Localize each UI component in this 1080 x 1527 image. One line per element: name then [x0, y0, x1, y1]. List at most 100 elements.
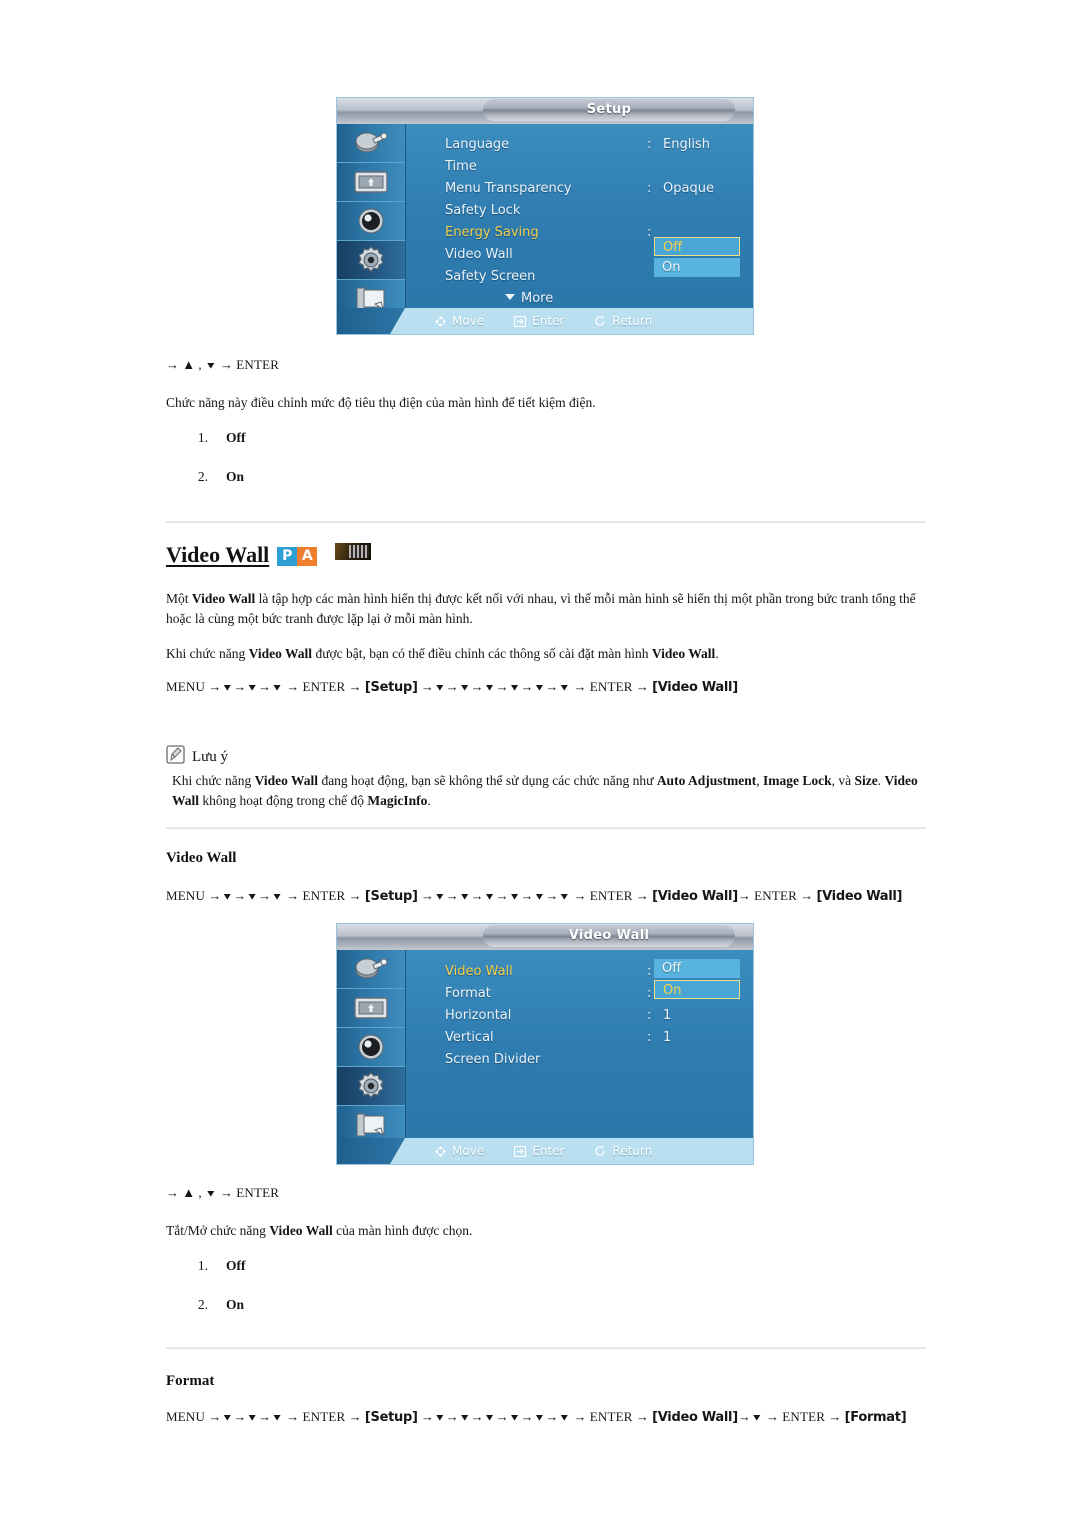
osd-option-on[interactable]: On: [654, 980, 740, 999]
osd-footer-label: Return: [612, 1144, 653, 1158]
osd-row-label: Energy Saving: [445, 225, 539, 240]
osd-more-label: More: [521, 291, 554, 306]
osd-row[interactable]: Safety Lock: [405, 200, 753, 222]
input-source-icon[interactable]: [337, 950, 405, 989]
osd-option-on[interactable]: On: [654, 258, 740, 277]
osd-footer-enter[interactable]: Enter: [514, 1144, 564, 1158]
osd-row[interactable]: Time: [405, 156, 753, 178]
osd-row-label: Screen Divider: [445, 1052, 541, 1067]
osd-row-label: Menu Transparency: [445, 181, 572, 196]
osd-key-video-wall: [Video Wall]: [652, 680, 738, 695]
paragraph-text: được bật, bạn có thể điều chỉnh các thôn…: [312, 646, 652, 661]
osd-row[interactable]: Horizontal : 1: [405, 1005, 753, 1027]
arrow-down-glyph: ▼: [533, 890, 546, 902]
osd-footer-label: Return: [612, 314, 653, 328]
osd-row[interactable]: Menu Transparency : Opaque: [405, 178, 753, 200]
osd-row-label: Format: [445, 986, 491, 1001]
section-divider: [166, 1347, 926, 1349]
sound-icon[interactable]: [337, 202, 405, 241]
note-bold: Video Wall: [254, 773, 319, 788]
osd-footer-enter[interactable]: Enter: [514, 314, 564, 328]
osd-key-video-wall: [Video Wall]: [652, 1410, 738, 1425]
arrow-down-glyph: ▼: [508, 681, 521, 693]
section-divider: [166, 827, 926, 829]
osd-row[interactable]: Vertical : 1: [405, 1027, 753, 1049]
move-icon: [435, 315, 446, 327]
arrow-right-glyph: →: [635, 1409, 649, 1424]
arrow-right-glyph: →: [520, 1409, 534, 1424]
osd-footer-move[interactable]: Move: [435, 1144, 484, 1158]
osd-row-value: Opaque: [663, 181, 714, 196]
arrow-right-glyph: →: [286, 679, 300, 694]
paragraph-bold: Video Wall: [248, 646, 313, 661]
enter-label: ENTER: [589, 888, 633, 903]
video-wall-paragraph-2: Khi chức năng Video Wall được bật, bạn c…: [166, 644, 918, 664]
enter-label: ENTER: [589, 679, 633, 694]
osd-option-off[interactable]: Off: [654, 959, 740, 978]
arrow-down-glyph: ▼: [246, 681, 259, 693]
arrow-right-glyph: →: [545, 888, 559, 903]
osd-row-colon: :: [647, 1008, 652, 1023]
list-item-number: 1.: [197, 1258, 208, 1273]
menu-label: MENU: [166, 1409, 206, 1424]
paragraph-bold: Video Wall: [269, 1223, 333, 1238]
list-item-label: On: [226, 469, 245, 484]
arrow-right-glyph: →: [286, 888, 300, 903]
arrow-right-glyph: →: [258, 679, 272, 694]
arrow-down-glyph: ▼: [483, 890, 496, 902]
setup-gear-icon[interactable]: [337, 241, 405, 280]
arrow-down-glyph: ▼: [458, 681, 471, 693]
osd-key-setup: [Setup]: [364, 680, 418, 695]
menu-label: MENU: [166, 888, 206, 903]
picture-adjust-icon[interactable]: [337, 989, 405, 1028]
osd-option-off[interactable]: Off: [654, 237, 740, 256]
paragraph-bold: Video Wall: [191, 591, 256, 606]
arrow-right-glyph: →: [220, 1185, 234, 1200]
arrow-right-glyph: →: [445, 888, 459, 903]
menu-path-format: MENU →▼→▼→▼ → ENTER → [Setup] →▼→▼→▼→▼→▼…: [166, 1409, 907, 1425]
osd-key-setup: [Setup]: [364, 1410, 418, 1425]
osd-row-label: Video Wall: [445, 964, 513, 979]
paragraph-text: Tắt/Mở chức năng: [166, 1223, 270, 1238]
arrow-right-glyph: →: [545, 1409, 559, 1424]
osd-screenshot-video-wall: Video Wall Video Wall: Format: Horizon…: [336, 923, 754, 1165]
osd-body: Video Wall : Format : Horizontal : 1 Ver…: [337, 950, 753, 1164]
arrow-right-glyph: →: [166, 357, 179, 372]
arrow-right-glyph: →: [520, 679, 534, 694]
arrow-down-glyph: ▼: [533, 681, 546, 693]
document-page: Setup Language: English Time Menu Trans…: [0, 0, 1080, 1527]
osd-row-label: Horizontal: [445, 1008, 512, 1023]
paragraph-text: .: [715, 646, 719, 661]
picture-adjust-icon[interactable]: [337, 163, 405, 202]
osd-row-label: Video Wall: [445, 247, 513, 262]
note-bold: Auto Adjustment: [656, 773, 757, 788]
enter-label: ENTER: [782, 1409, 826, 1424]
arrow-down-glyph: ▼: [271, 1411, 283, 1423]
sound-icon[interactable]: [337, 1028, 405, 1067]
osd-title-bar: Video Wall: [337, 924, 753, 950]
osd-footer-return[interactable]: Return: [594, 314, 652, 328]
osd-title: Video Wall: [483, 925, 735, 947]
arrow-right-glyph: →: [800, 888, 814, 903]
arrow-right-glyph: →: [420, 888, 434, 903]
list-item-label: Off: [226, 1258, 246, 1273]
arrow-right-glyph: →: [737, 888, 751, 903]
osd-row[interactable]: Screen Divider: [405, 1049, 753, 1071]
osd-footer-label: Move: [452, 314, 485, 328]
input-source-icon[interactable]: [337, 124, 405, 163]
setup-gear-icon[interactable]: [337, 1067, 405, 1106]
osd-row-more[interactable]: More: [405, 288, 753, 310]
arrow-right-glyph: →: [470, 1409, 484, 1424]
osd-row[interactable]: Language : English: [405, 134, 753, 156]
osd-footer-move[interactable]: Move: [435, 314, 484, 328]
enter-label: ENTER: [236, 357, 280, 372]
osd-footer-label: Enter: [532, 314, 565, 328]
paragraph-text: Khi chức năng: [166, 646, 249, 661]
enter-icon: [514, 315, 527, 327]
arrow-right-glyph: →: [635, 679, 649, 694]
osd-footer-return[interactable]: Return: [594, 1144, 652, 1158]
arrow-right-glyph: →: [208, 888, 222, 903]
arrow-right-glyph: →: [545, 679, 559, 694]
video-wall-nav-path: → ▲ , ▼ → ENTER: [166, 1185, 279, 1201]
arrow-down-glyph: ▼: [533, 1411, 546, 1423]
